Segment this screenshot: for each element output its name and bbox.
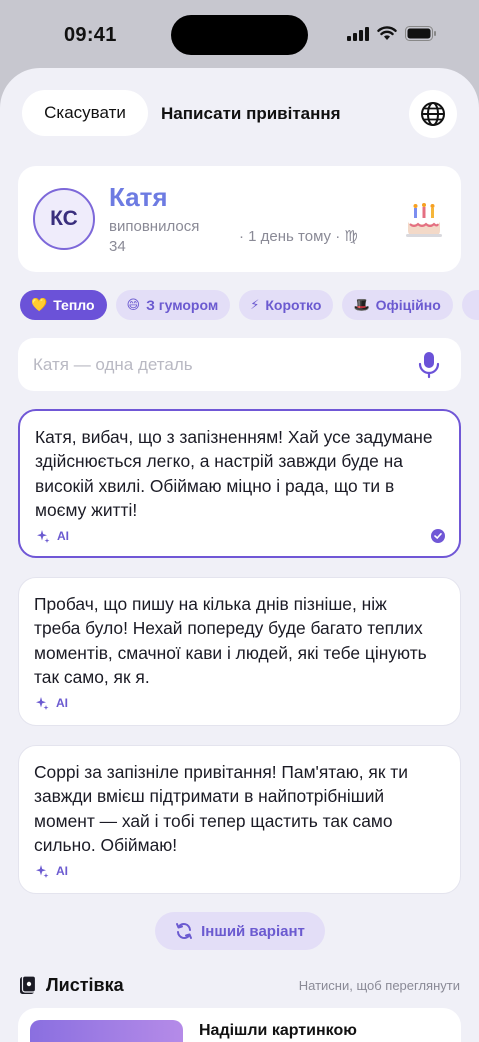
suggestion-text: Соррі за запізніле привітання! Пам'ятаю,… <box>34 762 408 855</box>
tone-chip-label: Офіційно <box>375 297 441 313</box>
ai-tag: AI <box>35 696 68 710</box>
cake-icon <box>406 203 442 237</box>
page-title: Написати привітання <box>161 104 341 123</box>
tone-chips: 💛 Тепло 😄 З гумором ⚡ Коротко 🎩 Офіційно <box>20 290 479 320</box>
recipient-card: КС Катя виповнилося 34 · 1 день тому · ♍ <box>18 166 461 272</box>
recipient-name: Катя <box>109 182 168 212</box>
tone-chip-label: Коротко <box>265 297 322 313</box>
heart-icon: 💛 <box>31 297 48 312</box>
tone-chip-warm[interactable]: 💛 Тепло <box>20 290 107 320</box>
suggestion-card[interactable]: Пробач, що пишу на кілька днів пізніше, … <box>18 577 461 726</box>
other-variant-button[interactable]: Інший варіант <box>155 912 325 950</box>
tone-chip-formal[interactable]: 🎩 Офіційно <box>342 290 453 320</box>
postcard-title: Надішли картинкою <box>199 1022 357 1039</box>
postcard-icon <box>20 975 37 994</box>
postcard-card[interactable]: Надішли картинкою <box>18 1008 461 1042</box>
lightning-icon: ⚡ <box>250 297 260 312</box>
postcard-section-title: Листівка <box>46 975 124 995</box>
detail-input-box <box>18 338 461 391</box>
battery-icon <box>405 26 436 41</box>
selected-check-icon <box>431 529 445 543</box>
ai-tag: AI <box>36 529 69 543</box>
tone-chip-label: Тепло <box>53 297 95 313</box>
postcard-hint: Натисни, щоб переглянути <box>298 978 460 993</box>
sparkle-icon <box>37 530 50 543</box>
other-variant-label: Інший варіант <box>201 922 305 940</box>
top-hat-icon: 🎩 <box>353 297 370 312</box>
ai-label: AI <box>56 864 68 878</box>
suggestion-text: Пробач, що пишу на кілька днів пізніше, … <box>34 594 427 687</box>
dynamic-island <box>171 15 308 55</box>
wifi-icon <box>377 26 397 40</box>
language-button[interactable] <box>409 90 457 138</box>
smile-icon: 😄 <box>126 297 141 312</box>
sparkle-icon <box>36 865 49 878</box>
ai-tag: AI <box>35 864 68 878</box>
postcard-thumbnail <box>30 1020 183 1042</box>
microphone-icon[interactable] <box>418 351 440 379</box>
tone-chip-more[interactable] <box>461 290 479 320</box>
status-bar: 09:41 <box>0 0 479 70</box>
suggestion-card[interactable]: Соррі за запізніле привітання! Пам'ятаю,… <box>18 745 461 894</box>
cancel-button[interactable]: Скасувати <box>22 90 148 136</box>
age-label: виповнилося 34 <box>109 218 200 255</box>
refresh-icon <box>176 923 193 939</box>
tone-chip-humor[interactable]: 😄 З гумором <box>115 290 231 320</box>
tone-chip-short[interactable]: ⚡ Коротко <box>239 290 334 320</box>
detail-input[interactable] <box>33 338 403 391</box>
signal-icon <box>347 26 369 41</box>
sparkle-icon <box>36 697 49 710</box>
suggestion-text: Катя, вибач, що з запізненням! Хай усе з… <box>35 427 433 520</box>
status-time: 09:41 <box>64 24 117 46</box>
ai-label: AI <box>57 529 69 543</box>
tone-chip-label: З гумором <box>146 297 219 313</box>
ai-label: AI <box>56 696 68 710</box>
suggestion-card[interactable]: Катя, вибач, що з запізненням! Хай усе з… <box>18 409 461 558</box>
avatar: КС <box>33 188 95 250</box>
globe-icon <box>421 102 445 126</box>
birthday-date-label: · 1 день тому · ♍ <box>239 228 358 245</box>
